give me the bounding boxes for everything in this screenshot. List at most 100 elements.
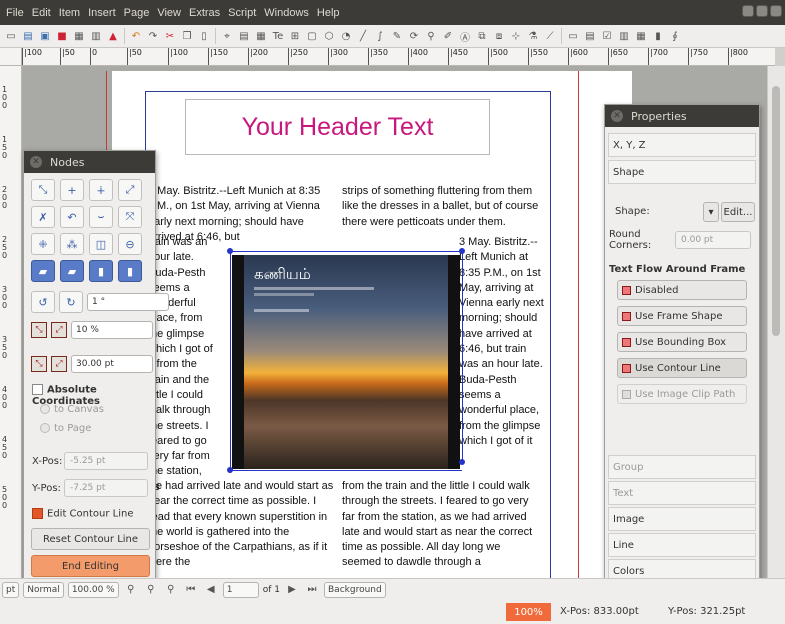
cut-icon[interactable]: ✂	[162, 28, 178, 44]
previous-page-icon[interactable]: ◀	[203, 582, 219, 598]
preflight-icon[interactable]: ▥	[88, 28, 104, 44]
pdf-combobox-icon[interactable]: ▥	[616, 28, 632, 44]
print-icon[interactable]: ▦	[71, 28, 87, 44]
document-page[interactable]: Your Header Text 3 May. Bistritz.--Left …	[106, 71, 632, 582]
section-image[interactable]: Image	[608, 507, 756, 531]
pdf-textfield-icon[interactable]: ▤	[582, 28, 598, 44]
line-icon[interactable]: ╱	[355, 28, 371, 44]
reset-this-control-point-icon[interactable]: ↶	[60, 206, 84, 228]
contour-node-handle[interactable]	[227, 248, 233, 254]
nodes-titlebar[interactable]: ✕ Nodes	[24, 151, 155, 173]
measure-icon[interactable]: ⊹	[508, 28, 524, 44]
mirror-horizontal-icon[interactable]: ◫	[89, 233, 113, 255]
view-mode-select[interactable]: Normal	[23, 581, 64, 598]
close-icon[interactable]: ✕	[611, 110, 623, 122]
close-icon[interactable]: ✕	[30, 156, 42, 168]
menu-item[interactable]: Item	[55, 7, 84, 19]
zoom-out-icon[interactable]: ⚲	[123, 582, 139, 598]
undo-icon[interactable]: ↶	[128, 28, 144, 44]
polygon-icon[interactable]: ⬡	[321, 28, 337, 44]
image-frame-icon[interactable]: ▦	[253, 28, 269, 44]
asymmetric-icon[interactable]: ⌣	[89, 206, 113, 228]
reset-contour-button[interactable]: Reset Contour Line	[31, 528, 150, 550]
redo-icon[interactable]: ↷	[145, 28, 161, 44]
menu-file[interactable]: File	[2, 7, 28, 19]
scale-percent-input[interactable]: 10 %	[71, 321, 153, 339]
section-group[interactable]: Group	[608, 455, 756, 479]
ruler-corner[interactable]	[0, 48, 22, 66]
contour-node-handle[interactable]	[227, 467, 233, 473]
vertical-ruler[interactable]: 1 0 0 1 5 0 2 0 0 2 5 0 3 0 0 3 5 0 4 0 …	[0, 66, 22, 582]
menu-extras[interactable]: Extras	[185, 7, 224, 19]
horizontal-ruler[interactable]: |100 |50 0 |50 |100 |150 |200 |250 |300 …	[22, 48, 775, 66]
freehand-icon[interactable]: ✎	[389, 28, 405, 44]
pdf-checkbox-icon[interactable]: ☑	[599, 28, 615, 44]
pdf-listbox-icon[interactable]: ▦	[633, 28, 649, 44]
round-corners-input[interactable]: 0.00 pt	[675, 231, 751, 249]
xpos-input[interactable]: -5.25 pt	[64, 452, 148, 470]
scrollbar-thumb[interactable]	[772, 86, 780, 336]
column-2-wrap[interactable]: 3 May. Bistritz.--Left Munich at 8:35 P.…	[459, 235, 544, 449]
section-line[interactable]: Line	[608, 533, 756, 557]
to-canvas-radio[interactable]: to Canvas	[40, 404, 104, 415]
enlarge-pt-icon[interactable]: ⤡	[31, 356, 47, 372]
symmetric-icon[interactable]: ⤧	[118, 206, 142, 228]
minimize-icon[interactable]	[742, 5, 754, 17]
properties-titlebar[interactable]: ✕ Properties	[605, 105, 759, 127]
close-icon[interactable]	[770, 5, 782, 17]
link-frames-icon[interactable]: ⧉	[474, 28, 490, 44]
zoom-select[interactable]: 100.00 %	[67, 581, 119, 598]
menu-windows[interactable]: Windows	[260, 7, 313, 19]
bezier-icon[interactable]: ∫	[372, 28, 388, 44]
select-icon[interactable]: ⌖	[219, 28, 235, 44]
shear-right-icon[interactable]: ▰	[60, 260, 84, 282]
rotate-ccw-icon[interactable]: ↺	[31, 291, 55, 313]
paste-icon[interactable]: ▯	[196, 28, 212, 44]
image-frame[interactable]: கணியம்	[232, 255, 460, 469]
column-1-wrap[interactable]: train was an hour late. Buda-Pesth seems…	[148, 235, 216, 495]
shape-picker-icon[interactable]: ▾	[703, 202, 719, 222]
copy-icon[interactable]: ❐	[179, 28, 195, 44]
enlarge-icon[interactable]: ⤡	[31, 322, 47, 338]
edit-contour-checkbox[interactable]: Edit Contour Line	[32, 508, 134, 520]
shape-icon[interactable]: ▢	[304, 28, 320, 44]
eyedropper-icon[interactable]: ⟋	[542, 28, 558, 44]
menu-view[interactable]: View	[153, 7, 185, 19]
new-document-icon[interactable]: ▭	[3, 28, 19, 44]
table-icon[interactable]: ⊞	[287, 28, 303, 44]
shrink-pt-icon[interactable]: ⤢	[51, 356, 67, 372]
shrink-icon[interactable]: ⤢	[51, 322, 67, 338]
maximize-icon[interactable]	[756, 5, 768, 17]
edit-text-icon[interactable]: Ⓐ	[457, 28, 473, 44]
next-page-icon[interactable]: ▶	[284, 582, 300, 598]
column-2-bottom[interactable]: from the train and the little I could wa…	[342, 479, 542, 571]
pdf-annotation-icon[interactable]: ▮	[650, 28, 666, 44]
menu-script[interactable]: Script	[224, 7, 260, 19]
menu-help[interactable]: Help	[313, 7, 344, 19]
header-frame[interactable]: Your Header Text	[185, 99, 490, 155]
edit-shape-button[interactable]: Edit...	[721, 202, 755, 222]
zoom-indicator[interactable]: 100%	[506, 603, 551, 621]
flow-bounding-box-button[interactable]: Use Bounding Box	[617, 332, 747, 352]
flow-frame-shape-button[interactable]: Use Frame Shape	[617, 306, 747, 326]
mirror-vertical-icon[interactable]: ⊖	[118, 233, 142, 255]
delete-nodes-icon[interactable]: ⤢	[118, 179, 142, 201]
scale-pt-input[interactable]: 30.00 pt	[71, 355, 153, 373]
last-page-icon[interactable]: ⏭	[304, 582, 320, 598]
close-doc-icon[interactable]: ■	[54, 28, 70, 44]
save-icon[interactable]: ▣	[37, 28, 53, 44]
page-select[interactable]: 1	[222, 581, 259, 598]
to-page-radio[interactable]: to Page	[40, 423, 91, 434]
menu-edit[interactable]: Edit	[28, 7, 55, 19]
section-xyz[interactable]: X, Y, Z	[608, 133, 756, 157]
contour-node-handle[interactable]	[459, 459, 465, 465]
zoom-in-icon[interactable]: ⚲	[163, 582, 179, 598]
layer-select[interactable]: Background	[324, 581, 386, 598]
unit-select[interactable]: pt	[2, 581, 20, 598]
rotate-angle-input[interactable]: 1 °	[87, 293, 169, 311]
move-nodes-icon[interactable]: ⤡	[31, 179, 55, 201]
flow-contour-line-button[interactable]: Use Contour Line	[617, 358, 747, 378]
first-page-icon[interactable]: ⏮	[183, 582, 199, 598]
pdf-pushbutton-icon[interactable]: ▭	[565, 28, 581, 44]
header-text[interactable]: Your Header Text	[242, 113, 434, 142]
